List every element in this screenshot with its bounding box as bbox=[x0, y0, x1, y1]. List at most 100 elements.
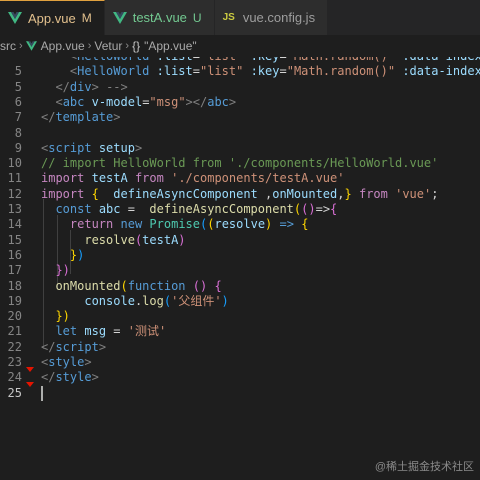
code-token: '父组件' bbox=[171, 293, 222, 308]
code-line[interactable]: 10 // import HelloWorld from './component… bbox=[0, 156, 480, 171]
code-line[interactable]: 12 import { defineAsyncComponent ,onMount… bbox=[0, 187, 480, 202]
code-line[interactable]: 13 const abc = defineAsyncComponent(()=>… bbox=[0, 202, 480, 217]
breadcrumb-app-vue[interactable]: App.vue bbox=[41, 39, 85, 53]
tab-vue-config-js[interactable]: JS vue.config.js bbox=[214, 0, 329, 35]
code-token: "Math.random()" bbox=[287, 57, 395, 63]
vue-icon bbox=[112, 11, 127, 24]
line-number: 10 bbox=[7, 156, 22, 171]
line-number: 18 bbox=[7, 278, 22, 293]
code-token: from bbox=[134, 171, 164, 186]
code-line[interactable]: 14 return new Promise((resolve) => { bbox=[0, 217, 480, 232]
code-token: script bbox=[55, 339, 99, 354]
code-line[interactable]: 7 </template> bbox=[0, 110, 480, 125]
code-token: ) bbox=[178, 232, 186, 247]
code-line[interactable]: 19 console.log('父组件') bbox=[0, 294, 480, 309]
line-number: 25 bbox=[7, 385, 22, 400]
breadcrumb-vetur[interactable]: Vetur bbox=[94, 39, 122, 53]
code-token: ) bbox=[221, 293, 229, 308]
code-line[interactable]: 5 </div> --> bbox=[0, 80, 480, 95]
code-token: = bbox=[279, 64, 287, 79]
code-token: :list bbox=[156, 64, 193, 79]
code-token: function bbox=[127, 278, 186, 293]
code-line[interactable]: 11 import testA from './components/testA.… bbox=[0, 171, 480, 186]
error-marker-icon[interactable] bbox=[26, 367, 34, 372]
code-line[interactable]: <HelloWorld :list="list" :key="Math.rand… bbox=[0, 57, 480, 64]
code-text: <script setup> bbox=[41, 141, 142, 156]
code-editor[interactable]: <HelloWorld :list="list" :key="Math.rand… bbox=[0, 57, 480, 480]
code-token: } bbox=[344, 186, 352, 201]
code-line[interactable]: 21 let msg = '测试' bbox=[0, 324, 480, 339]
code-token: = bbox=[120, 202, 150, 216]
code-line[interactable]: 9 <script setup> bbox=[0, 141, 480, 156]
code-line[interactable]: 5 <HelloWorld :list="list" :key="Math.ra… bbox=[0, 64, 480, 79]
error-marker-icon[interactable] bbox=[26, 382, 34, 388]
code-text: </script> bbox=[41, 340, 106, 355]
line-number: 13 bbox=[7, 202, 22, 216]
code-line[interactable]: 8 bbox=[0, 126, 480, 141]
code-token: ( bbox=[163, 293, 172, 308]
code-line[interactable]: 17 }) bbox=[0, 263, 480, 278]
tab-bar: App.vue M testA.vue U JS vue.config.js bbox=[0, 0, 480, 35]
code-text: console.log('父组件') bbox=[41, 293, 229, 309]
code-line[interactable]: 15 resolve(testA) bbox=[0, 233, 480, 248]
code-token: </ bbox=[41, 370, 56, 385]
line-number: 8 bbox=[14, 125, 22, 140]
code-text: resolve(testA) bbox=[41, 232, 186, 248]
breadcrumb-symbol[interactable]: "App.vue" bbox=[144, 39, 197, 53]
code-text: <abc v-model="msg"></abc> bbox=[41, 95, 236, 110]
line-number: 15 bbox=[7, 232, 22, 247]
code-token: onMounted bbox=[272, 186, 338, 201]
code-text: <style> bbox=[41, 355, 92, 370]
code-token: </ bbox=[55, 79, 70, 94]
code-line[interactable]: 24 </style> bbox=[0, 370, 480, 385]
code-token: :data-index bbox=[402, 57, 480, 63]
code-token: </ bbox=[41, 339, 56, 354]
tab-testa-vue[interactable]: testA.vue U bbox=[104, 0, 215, 35]
code-token: :key bbox=[250, 64, 280, 79]
tab-app-vue[interactable]: App.vue M bbox=[0, 0, 105, 35]
line-number: 17 bbox=[7, 263, 22, 278]
code-token: import bbox=[41, 171, 85, 186]
code-line[interactable]: 25 bbox=[0, 386, 480, 401]
breadcrumb-src[interactable]: src bbox=[0, 39, 16, 53]
code-token: resolve bbox=[84, 232, 135, 247]
code-token: ( bbox=[120, 278, 128, 293]
code-line[interactable]: 18 onMounted(function () { bbox=[0, 279, 480, 294]
code-line[interactable]: 16 }) bbox=[0, 248, 480, 263]
code-text: </div> --> bbox=[41, 79, 127, 95]
untracked-badge: U bbox=[192, 10, 202, 25]
code-token: { bbox=[91, 186, 99, 201]
code-line[interactable]: 22 </script> bbox=[0, 340, 480, 355]
code-line[interactable]: 6 <abc v-model="msg"></abc> bbox=[0, 95, 480, 110]
code-token: :key bbox=[251, 57, 280, 63]
vue-icon bbox=[8, 12, 22, 24]
code-token: style bbox=[48, 355, 85, 369]
code-token: > bbox=[228, 94, 237, 109]
code-text: <HelloWorld :list="list" :key="Math.rand… bbox=[41, 64, 480, 79]
code-token: HelloWorld bbox=[77, 64, 150, 79]
code-token: = bbox=[279, 57, 286, 63]
code-token: { bbox=[214, 278, 222, 293]
code-token: v-model bbox=[91, 94, 143, 109]
code-token: defineAsyncComponent bbox=[113, 186, 258, 201]
line-number: 24 bbox=[7, 370, 22, 385]
code-text: }) bbox=[41, 309, 69, 324]
code-line[interactable]: 23 <style> bbox=[0, 355, 480, 370]
code-token: div bbox=[69, 79, 92, 94]
code-line[interactable]: 20 }) bbox=[0, 309, 480, 324]
code-token: > bbox=[91, 370, 99, 385]
code-text: </template> bbox=[41, 110, 120, 125]
code-token: defineAsyncComponent bbox=[149, 202, 294, 216]
code-token: './components/testA.vue' bbox=[171, 171, 345, 186]
